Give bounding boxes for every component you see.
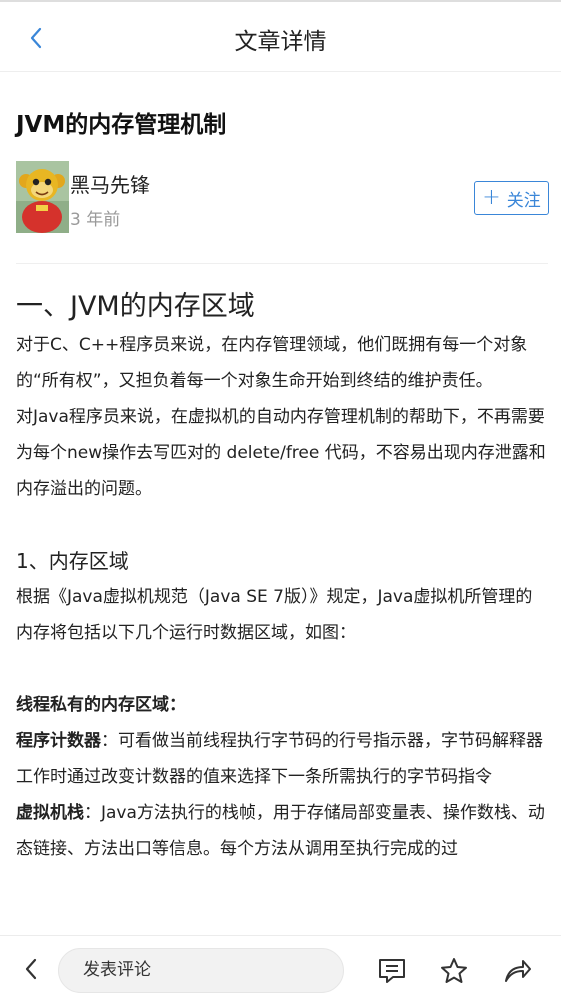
subsection-heading: 1、内存区域 (16, 549, 129, 573)
author-row: 黑马先锋 3 年前 + 关注 (16, 161, 549, 233)
page-title: 文章详情 (234, 29, 327, 55)
section-heading: 一、JVM的内存区域 (16, 291, 255, 322)
paragraph: 对于C、C++程序员来说，在内存管理领域，他们既拥有每一个对象的“所有权”，又担… (16, 335, 528, 391)
term-description: ：Java方法执行的栈帧，用于存储局部变量表、操作数栈、动态链接、方法出口等信息… (16, 803, 545, 859)
paragraph: 根据《Java虚拟机规范（Java SE 7版）》规定，Java虚拟机所管理的内… (16, 587, 533, 643)
term-vm-stack: 虚拟机栈 (16, 803, 84, 823)
paragraph: 对Java程序员来说，在虚拟机的自动内存管理机制的帮助下，不再需要为每个new操… (16, 407, 546, 499)
publish-time: 3 年前 (70, 210, 121, 230)
author-name[interactable]: 黑马先锋 (70, 169, 150, 198)
article-content[interactable]: JVM的内存管理机制 黑马先锋 3 年前 + 关注 一、JVM的内存区域 对于C… (0, 73, 561, 935)
bottom-action-bar: 发表评论 (0, 935, 561, 997)
article-title: JVM的内存管理机制 (16, 112, 227, 138)
follow-label: 关注 (506, 190, 541, 211)
author-avatar[interactable] (16, 161, 69, 233)
comment-input[interactable]: 发表评论 (58, 948, 344, 993)
paragraph: 虚拟机栈：Java方法执行的栈帧，用于存储局部变量表、操作数栈、动态链接、方法出… (16, 795, 546, 867)
divider (16, 263, 548, 264)
article-body: 一、JVM的内存区域 对于C、C++程序员来说，在内存管理领域，他们既拥有每一个… (16, 287, 546, 867)
paragraph: 程序计数器：可看做当前线程执行字节码的行号指示器，字节码解释器工作时通过改变计数… (16, 723, 546, 795)
plus-icon: + (482, 185, 501, 210)
bold-heading: 线程私有的内存区域： (16, 695, 186, 715)
term-program-counter: 程序计数器 (16, 731, 101, 751)
comment-icon[interactable] (377, 956, 407, 986)
top-nav-bar: 文章详情 (0, 2, 561, 72)
follow-button[interactable]: + 关注 (474, 181, 549, 215)
back-chevron-icon[interactable] (20, 956, 42, 982)
share-icon[interactable] (502, 956, 532, 986)
star-icon[interactable] (439, 956, 469, 986)
